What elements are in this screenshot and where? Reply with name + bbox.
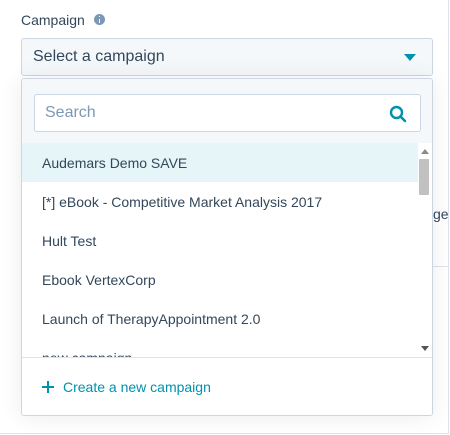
scroll-up-arrow-icon[interactable] [421, 149, 429, 154]
campaign-option-label: Hult Test [42, 232, 97, 249]
options-scrollbar[interactable] [418, 143, 432, 357]
campaign-option-label: [*] eBook - Competitive Market Analysis … [42, 193, 323, 210]
campaign-panel: Campaign Select a campaign ge Audemars D… [0, 0, 449, 434]
campaign-field-label: Campaign [21, 12, 105, 28]
campaign-option-label: new campaign [42, 350, 132, 358]
campaign-dropdown: Audemars Demo SAVE [*] eBook - Competitiv… [21, 78, 433, 416]
campaign-option[interactable]: new campaign [22, 338, 418, 358]
search-input[interactable] [35, 95, 395, 131]
dropdown-search-area [22, 79, 432, 143]
create-campaign-label: Create a new campaign [63, 378, 211, 395]
plus-icon [42, 380, 54, 393]
caret-down-icon [404, 54, 416, 61]
info-icon[interactable] [93, 13, 105, 25]
dropdown-footer: Create a new campaign [22, 357, 432, 415]
campaign-option[interactable]: [*] eBook - Competitive Market Analysis … [22, 182, 418, 221]
campaign-select[interactable]: Select a campaign [21, 38, 433, 76]
search-box [34, 94, 421, 132]
campaign-option[interactable]: Ebook VertexCorp [22, 260, 418, 299]
background-text-fragment: ge [433, 206, 449, 222]
campaign-option-label: Launch of TherapyAppointment 2.0 [42, 310, 261, 327]
campaign-option-label: Ebook VertexCorp [42, 271, 156, 288]
background-divider [433, 266, 449, 267]
scroll-down-arrow-icon[interactable] [421, 346, 429, 351]
campaign-options-list: Audemars Demo SAVE [*] eBook - Competitiv… [22, 143, 418, 357]
campaign-select-value: Select a campaign [33, 48, 165, 65]
search-icon[interactable] [389, 105, 407, 123]
campaign-option[interactable]: Hult Test [22, 221, 418, 260]
scroll-thumb[interactable] [419, 159, 429, 195]
campaign-option-label: Audemars Demo SAVE [42, 154, 188, 171]
create-campaign-link[interactable]: Create a new campaign [42, 379, 211, 395]
campaign-label-text: Campaign [21, 12, 85, 28]
campaign-option[interactable]: Launch of TherapyAppointment 2.0 [22, 299, 418, 338]
campaign-option[interactable]: Audemars Demo SAVE [22, 143, 418, 182]
